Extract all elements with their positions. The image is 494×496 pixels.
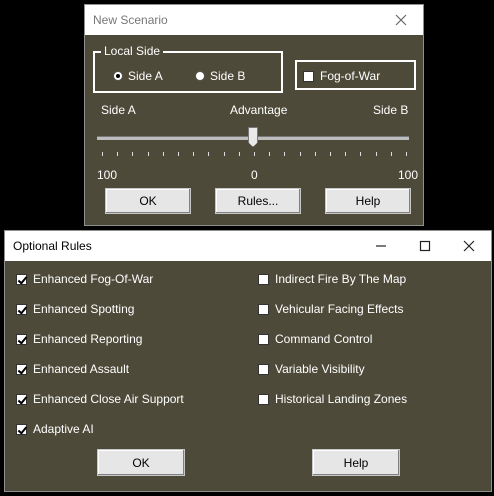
side-a-radio[interactable]: Side A (113, 69, 163, 83)
checkbox-indicator (258, 273, 269, 285)
close-button[interactable] (379, 5, 423, 35)
checkbox-indicator (16, 393, 27, 405)
slider-tick (178, 152, 179, 156)
slider-tick (330, 152, 331, 156)
window-title: Optional Rules (13, 239, 92, 253)
rule-label: Indirect Fire By The Map (275, 272, 407, 286)
checkbox-indicator (16, 333, 27, 345)
rule-historical-landing-zones[interactable]: Historical Landing Zones (258, 392, 407, 406)
slider-tick (162, 152, 164, 156)
slider-tick (223, 152, 225, 156)
rule-label: Command Control (275, 332, 373, 346)
title-bar[interactable]: Optional Rules (5, 231, 491, 261)
close-button[interactable] (447, 231, 491, 261)
slider-tick (269, 152, 271, 156)
checkbox-indicator (16, 423, 27, 435)
slider-tick (390, 152, 392, 156)
slider-tick (284, 152, 286, 156)
close-icon (395, 14, 407, 26)
slider-max-value: 100 (398, 168, 419, 182)
slider-tick (147, 152, 149, 156)
minimize-button[interactable] (359, 231, 403, 261)
help-button[interactable]: Help (325, 188, 411, 214)
rule-enhanced-close-air-support[interactable]: Enhanced Close Air Support (16, 392, 184, 406)
checkbox-indicator (303, 70, 314, 82)
fog-of-war-group: Fog-of-War (295, 60, 416, 90)
rule-label: Enhanced Spotting (33, 302, 135, 316)
slider-right-label: Side B (373, 103, 409, 117)
rule-adaptive-ai[interactable]: Adaptive AI (16, 422, 94, 436)
rule-label: Historical Landing Zones (275, 392, 408, 406)
local-side-group: Local Side Side A Side B (93, 44, 283, 93)
slider-left-label: Side A (101, 103, 136, 117)
rule-enhanced-spotting[interactable]: Enhanced Spotting (16, 302, 134, 316)
maximize-icon (419, 240, 431, 252)
rule-vehicular-facing-effects[interactable]: Vehicular Facing Effects (258, 302, 404, 316)
rule-variable-visibility[interactable]: Variable Visibility (258, 362, 365, 376)
help-button[interactable]: Help (312, 449, 400, 476)
checkbox-indicator (16, 273, 27, 285)
slider-tick (238, 152, 240, 156)
rule-label: Enhanced Reporting (33, 332, 143, 346)
radio-indicator (195, 71, 205, 81)
rule-command-control[interactable]: Command Control (258, 332, 372, 346)
rule-enhanced-reporting[interactable]: Enhanced Reporting (16, 332, 142, 346)
rule-label: Vehicular Facing Effects (275, 302, 404, 316)
rules-button[interactable]: Rules... (215, 188, 301, 214)
slider-tick (117, 152, 119, 156)
slider-mid-value: 0 (251, 168, 258, 182)
rule-label: Enhanced Fog-Of-War (33, 272, 154, 286)
rule-label: Adaptive AI (33, 422, 94, 436)
local-side-legend: Local Side (101, 44, 164, 58)
side-b-radio[interactable]: Side B (195, 69, 245, 83)
side-a-label: Side A (128, 69, 163, 83)
rule-label: Variable Visibility (275, 362, 365, 376)
checkbox-indicator (258, 303, 269, 315)
slider-tick (193, 152, 195, 156)
checkbox-indicator (258, 333, 269, 345)
rule-indirect-fire-by-the-map[interactable]: Indirect Fire By The Map (258, 272, 406, 286)
minimize-icon (376, 245, 386, 247)
title-bar[interactable]: New Scenario (85, 5, 423, 35)
ok-button[interactable]: OK (97, 449, 185, 476)
slider-tick (102, 152, 103, 156)
checkbox-indicator (258, 363, 269, 375)
rule-label: Enhanced Close Air Support (33, 392, 184, 406)
checkbox-indicator (16, 303, 27, 315)
optional-rules-dialog: Optional Rules Enhanced Fog-Of-War Enhan… (4, 230, 492, 492)
side-b-label: Side B (210, 69, 246, 83)
slider-min-value: 100 (97, 168, 118, 182)
slider-tick (254, 152, 255, 156)
rule-enhanced-fog-of-war[interactable]: Enhanced Fog-Of-War (16, 272, 153, 286)
slider-tick (314, 152, 316, 156)
slider-tick (375, 152, 377, 156)
checkbox-indicator (16, 363, 27, 375)
checkbox-indicator (258, 393, 269, 405)
slider-tick (360, 152, 362, 156)
rule-enhanced-assault[interactable]: Enhanced Assault (16, 362, 129, 376)
slider-tick (132, 152, 134, 156)
ok-button[interactable]: OK (105, 188, 191, 214)
slider-tick (406, 152, 407, 156)
new-scenario-dialog: New Scenario Local Side Side A Side B Fo… (84, 4, 424, 226)
slider-tick (345, 152, 347, 156)
fog-of-war-label: Fog-of-War (320, 69, 381, 83)
slider-tick (208, 152, 210, 156)
fog-of-war-checkbox[interactable]: Fog-of-War (303, 69, 380, 83)
close-icon (463, 240, 475, 252)
radio-indicator (113, 71, 123, 81)
slider-ticks (102, 152, 407, 156)
maximize-button[interactable] (403, 231, 447, 261)
slider-tick (299, 152, 301, 156)
slider-center-label: Advantage (230, 103, 288, 117)
window-title: New Scenario (93, 13, 168, 27)
rule-label: Enhanced Assault (33, 362, 130, 376)
